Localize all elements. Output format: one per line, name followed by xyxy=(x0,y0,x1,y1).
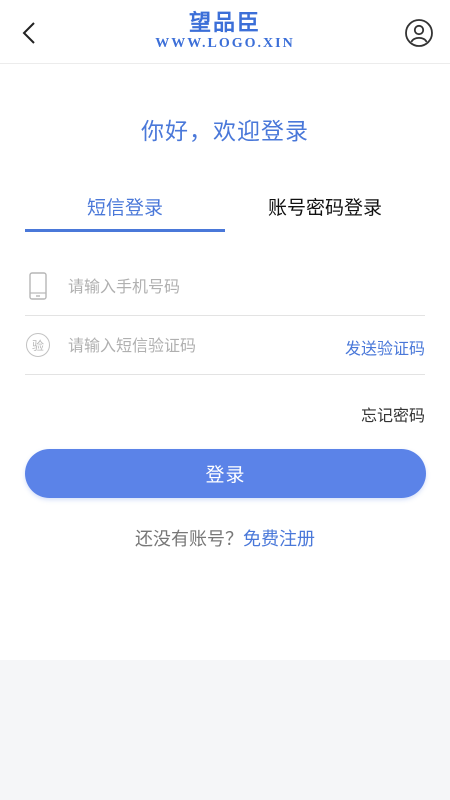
sms-code-input[interactable] xyxy=(68,331,328,359)
phone-field xyxy=(25,258,425,316)
welcome-heading: 你好，欢迎登录 xyxy=(141,119,309,145)
phone-input[interactable] xyxy=(68,272,328,300)
register-prompt: 还没有账号？ xyxy=(135,529,243,550)
free-register-link[interactable]: 免费注册 xyxy=(243,529,315,550)
login-button[interactable]: 登录 xyxy=(25,449,426,498)
logo-english-text: WWW.LOGO.XIN xyxy=(155,36,295,51)
logo-chinese-text: 望品臣 xyxy=(188,10,261,36)
user-circle-icon xyxy=(405,19,433,47)
logo: 望品臣 WWW.LOGO.XIN xyxy=(0,10,450,52)
sms-code-field: 验 发送验证码 xyxy=(25,317,425,375)
top-bar: 望品臣 WWW.LOGO.XIN xyxy=(0,0,450,64)
tab-sms-login[interactable]: 短信登录 xyxy=(25,192,225,232)
login-page: 望品臣 WWW.LOGO.XIN 你好，欢迎登录 短信登录 账号密码登录 验 xyxy=(0,0,450,800)
verification-icon-glyph: 验 xyxy=(26,333,50,357)
active-tab-indicator xyxy=(25,229,225,232)
register-line: 还没有账号？免费注册 xyxy=(0,525,450,551)
forgot-password-link[interactable]: 忘记密码 xyxy=(361,402,425,426)
phone-icon xyxy=(25,272,51,300)
tab-password-login[interactable]: 账号密码登录 xyxy=(225,192,425,232)
user-profile-button[interactable] xyxy=(404,18,434,48)
verification-icon: 验 xyxy=(25,331,51,359)
send-code-button[interactable]: 发送验证码 xyxy=(345,335,425,359)
